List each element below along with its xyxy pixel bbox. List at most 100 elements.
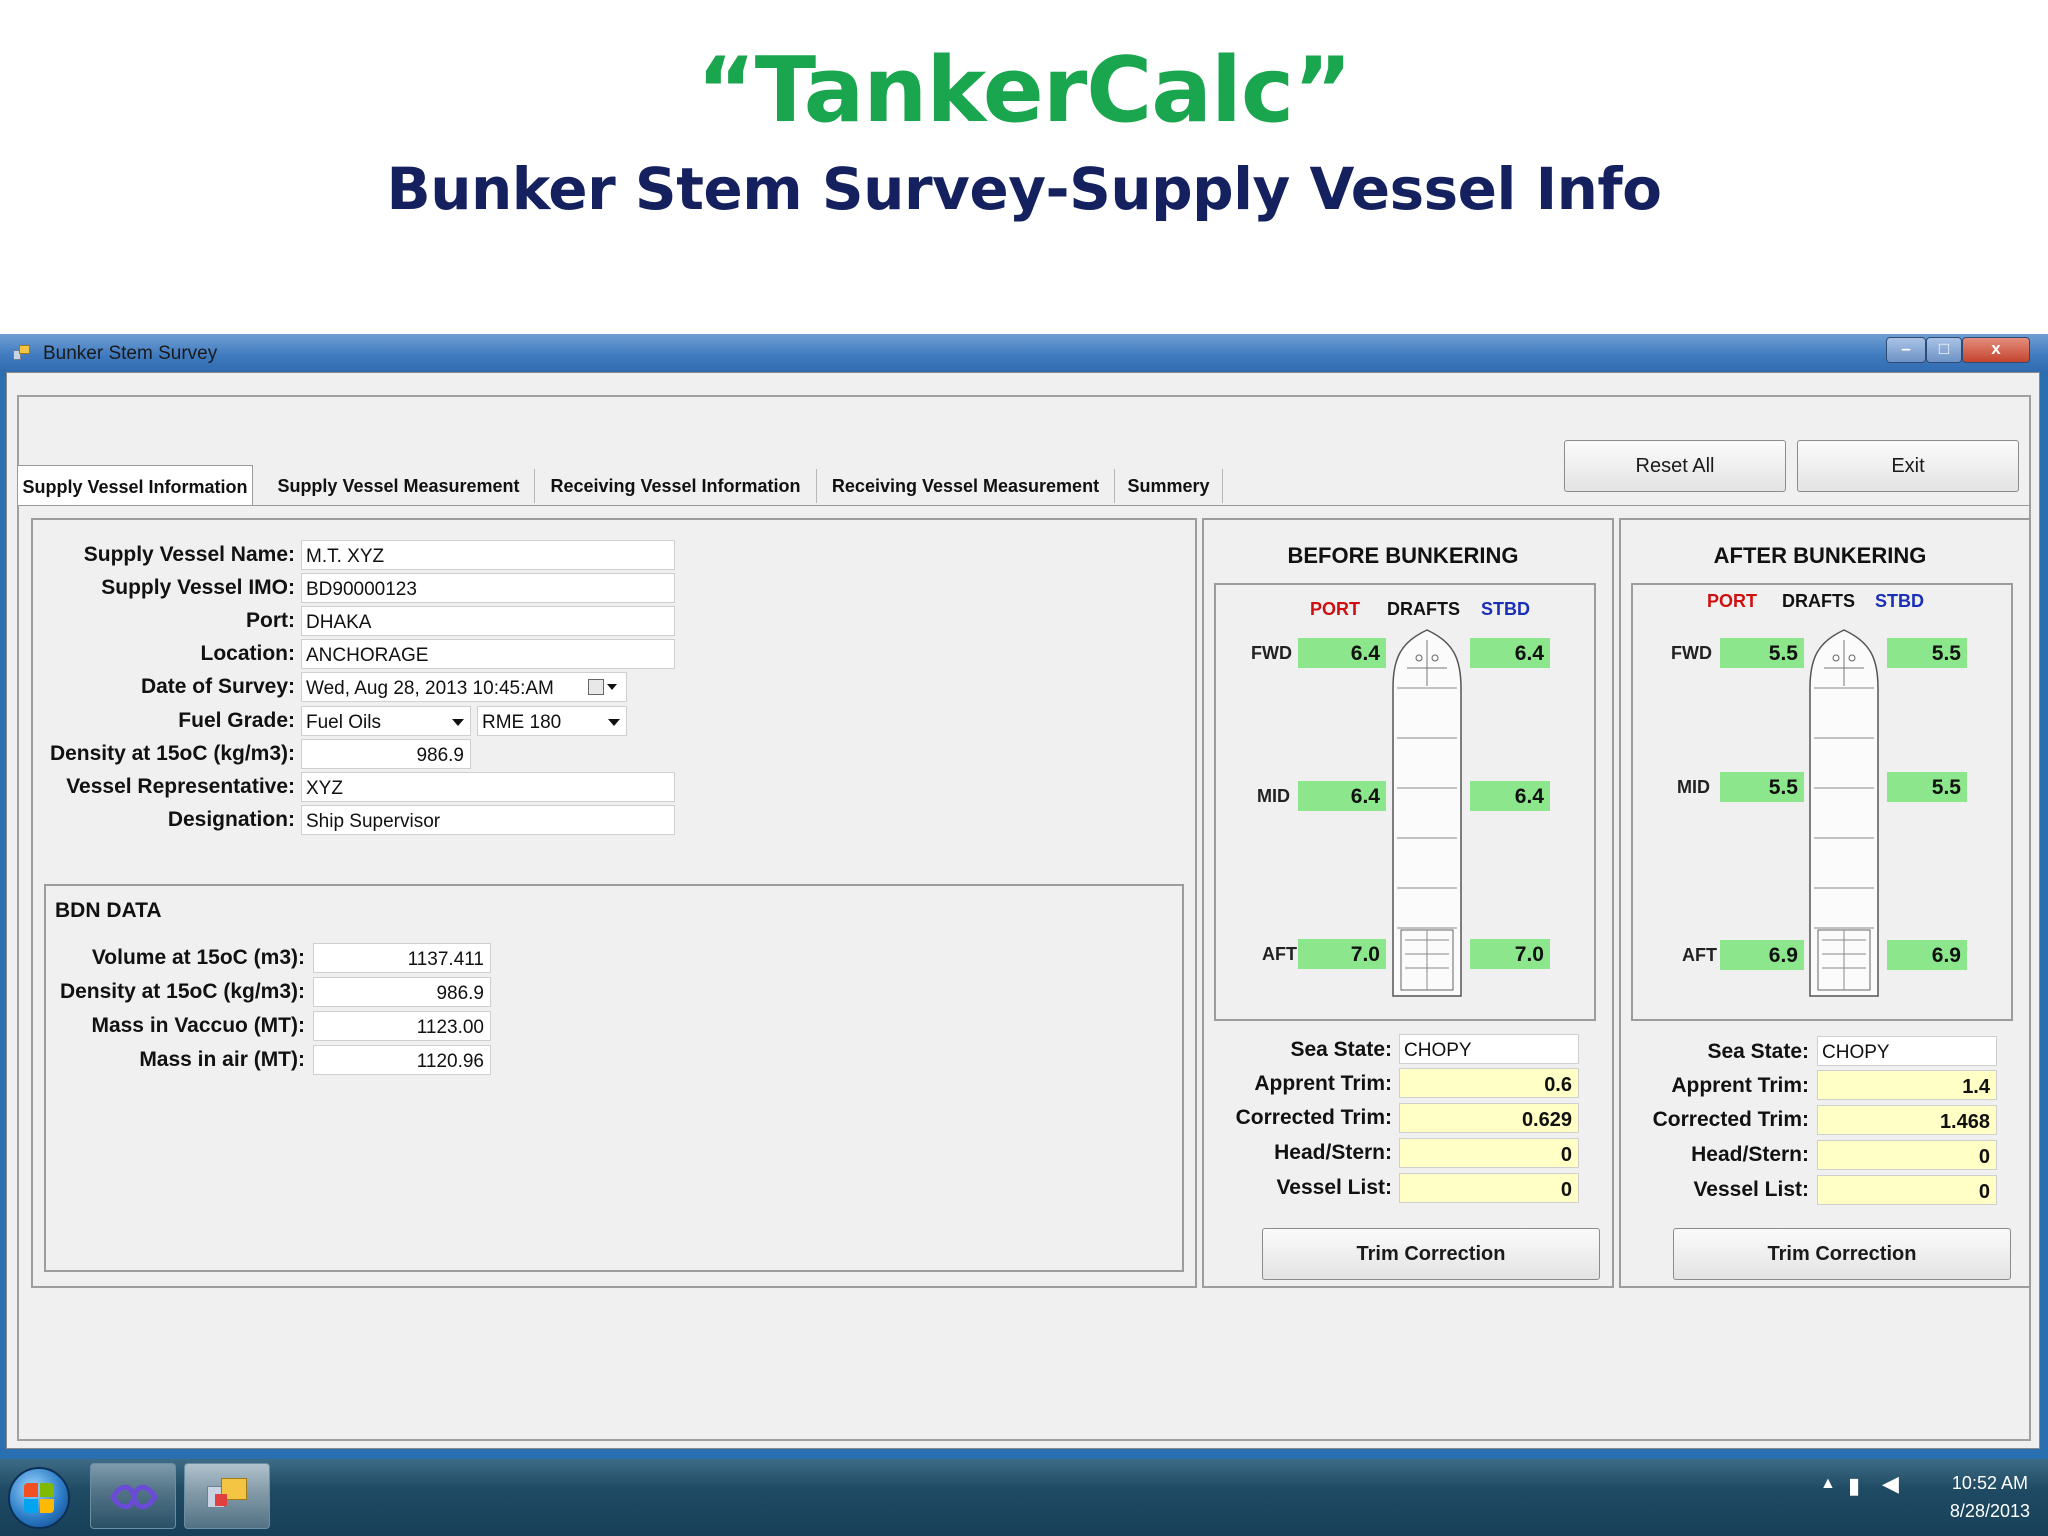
clock[interactable]: 10:52 AM 8/28/2013 [1950,1469,2030,1525]
date-of-survey-value: Wed, Aug 28, 2013 10:45:AM [306,678,554,699]
before-aft-stbd-value[interactable]: 7.0 [1470,939,1550,969]
after-corrected-trim-label: Corrected Trim: [1652,1108,1809,1131]
after-drafts-header: DRAFTS [1782,591,1855,611]
density-input[interactable]: 986.9 [301,739,471,769]
after-fwd-port-value[interactable]: 5.5 [1720,638,1804,668]
tray-arrow-icon[interactable]: ▲ [1820,1475,1836,1493]
window-titlebar[interactable]: Bunker Stem Survey – □ x [0,334,2048,374]
taskbar: ▲ ▮ ◀ 10:52 AM 8/28/2013 [0,1459,2048,1536]
clock-date: 8/28/2013 [1949,1501,2030,1521]
designation-input[interactable]: Ship Supervisor [301,805,675,835]
windows-start-icon[interactable] [8,1467,70,1529]
bdn-density-input[interactable]: 986.9 [313,977,491,1007]
minimize-icon[interactable]: – [1886,337,1926,363]
before-apprent-trim-label: Apprent Trim: [1254,1072,1392,1095]
bdn-volume-input[interactable]: 1137.411 [313,943,491,973]
calendar-icon[interactable] [588,679,604,695]
after-fwd-label: FWD [1671,643,1712,663]
app-icon [13,345,31,361]
speaker-muted-icon[interactable]: ◀ [1882,1471,1899,1497]
slide-subtitle: Bunker Stem Survey-Supply Vessel Info [386,155,1662,223]
designation-label: Designation: [167,808,295,831]
reset-all-button[interactable]: Reset All [1564,440,1786,492]
before-trim-correction-label: Trim Correction [1356,1243,1506,1265]
after-port-header: PORT [1707,591,1758,611]
after-aft-label: AFT [1682,945,1717,965]
supply-vessel-imo-input[interactable]: BD90000123 [301,573,675,603]
window-title: Bunker Stem Survey [43,343,218,364]
after-mid-port-value[interactable]: 5.5 [1720,772,1804,802]
ship-diagram-icon [1392,629,1462,997]
location-label: Location: [200,642,296,665]
bdn-mass-air-input[interactable]: 1120.96 [313,1045,491,1075]
chevron-down-icon [452,719,464,726]
before-sea-state-input[interactable]: CHOPY [1399,1034,1579,1064]
after-trim-correction-button[interactable]: Trim Correction [1673,1228,2011,1280]
slide-title: “TankerCalc” [696,38,1353,143]
maximize-icon[interactable]: □ [1926,337,1962,363]
before-aft-label: AFT [1262,944,1297,964]
before-apprent-trim-value[interactable]: 0.6 [1399,1068,1579,1098]
before-trim-correction-button[interactable]: Trim Correction [1262,1228,1600,1280]
ship-diagram-icon [1809,629,1879,997]
tab-summery[interactable]: Summery [1115,469,1223,503]
tab-receiving-vessel-measurement[interactable]: Receiving Vessel Measurement [817,469,1115,503]
fuel-type-select[interactable]: Fuel Oils [301,706,471,736]
port-label: Port: [246,609,295,632]
fuel-type-value: Fuel Oils [306,712,381,733]
after-head-stern-value[interactable]: 0 [1817,1140,1997,1170]
after-mid-stbd-value[interactable]: 5.5 [1887,772,1967,802]
before-fwd-stbd-value[interactable]: 6.4 [1470,638,1550,668]
before-vessel-list-label: Vessel List: [1276,1176,1392,1199]
fuel-grade-select[interactable]: RME 180 [477,706,627,736]
before-mid-port-value[interactable]: 6.4 [1298,781,1386,811]
bdn-mass-vaccuo-input[interactable]: 1123.00 [313,1011,491,1041]
supply-vessel-name-input[interactable]: M.T. XYZ [301,540,675,570]
after-apprent-trim-value[interactable]: 1.4 [1817,1070,1997,1100]
after-vessel-list-value[interactable]: 0 [1817,1175,1997,1205]
before-head-stern-label: Head/Stern: [1274,1141,1392,1164]
before-drafts-header: DRAFTS [1387,599,1460,619]
supply-vessel-imo-label: Supply Vessel IMO: [101,576,295,599]
bdn-volume-label: Volume at 15oC (m3): [91,946,305,969]
date-of-survey-picker[interactable]: Wed, Aug 28, 2013 10:45:AM [301,672,627,702]
bdn-data-group [44,884,1184,1272]
before-aft-port-value[interactable]: 7.0 [1298,939,1386,969]
network-icon[interactable]: ▮ [1848,1473,1860,1499]
after-trim-correction-label: Trim Correction [1767,1243,1917,1265]
tab-supply-vessel-information[interactable]: Supply Vessel Information [17,465,253,505]
density-label: Density at 15oC (kg/m3): [49,742,295,765]
before-mid-label: MID [1257,786,1290,806]
location-input[interactable]: ANCHORAGE [301,639,675,669]
after-aft-port-value[interactable]: 6.9 [1720,940,1804,970]
before-mid-stbd-value[interactable]: 6.4 [1470,781,1550,811]
after-sea-state-input[interactable]: CHOPY [1817,1036,1997,1066]
fuel-grade-label: Fuel Grade: [178,709,295,732]
port-input[interactable]: DHAKA [301,606,675,636]
after-mid-label: MID [1677,777,1710,797]
before-bunkering-title: BEFORE BUNKERING [1287,543,1519,568]
app-window-icon[interactable] [184,1463,270,1529]
bdn-data-title: BDN DATA [55,899,162,922]
tab-receiving-vessel-information[interactable]: Receiving Vessel Information [535,469,817,503]
close-icon[interactable]: x [1962,337,2030,363]
before-corrected-trim-value[interactable]: 0.629 [1399,1103,1579,1133]
bdn-density-label: Density at 15oC (kg/m3): [59,980,305,1003]
exit-label: Exit [1891,455,1925,477]
before-fwd-port-value[interactable]: 6.4 [1298,638,1386,668]
before-vessel-list-value[interactable]: 0 [1399,1173,1579,1203]
after-stbd-header: STBD [1875,591,1924,611]
after-fwd-stbd-value[interactable]: 5.5 [1887,638,1967,668]
after-corrected-trim-value[interactable]: 1.468 [1817,1105,1997,1135]
after-aft-stbd-value[interactable]: 6.9 [1887,940,1967,970]
visual-studio-icon[interactable] [90,1463,176,1529]
vessel-representative-input[interactable]: XYZ [301,772,675,802]
exit-button[interactable]: Exit [1797,440,2019,492]
chevron-down-icon[interactable] [607,684,617,690]
before-port-header: PORT [1310,599,1361,619]
chevron-down-icon [608,719,620,726]
after-apprent-trim-label: Apprent Trim: [1671,1074,1809,1097]
before-head-stern-value[interactable]: 0 [1399,1138,1579,1168]
clock-time: 10:52 AM [1951,1473,2028,1493]
tab-supply-vessel-measurement[interactable]: Supply Vessel Measurement [263,469,535,503]
